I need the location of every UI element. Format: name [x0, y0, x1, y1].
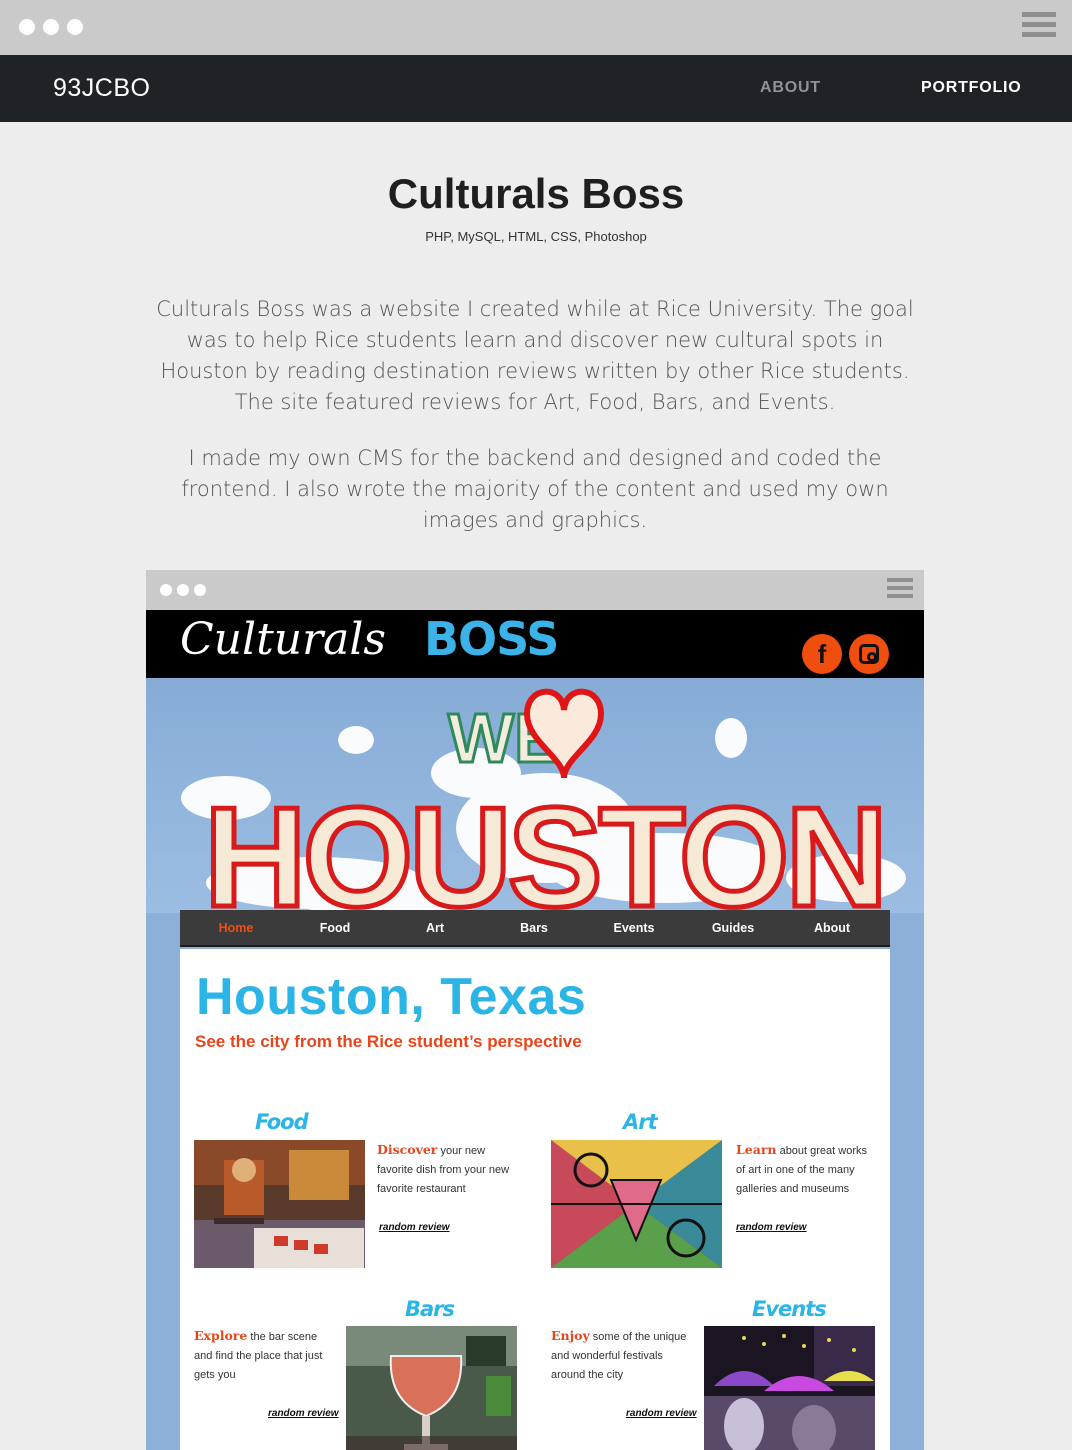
food-thumbnail-image	[194, 1140, 365, 1268]
browser-chrome	[0, 0, 1072, 55]
window-dot-icon	[43, 19, 59, 35]
events-description: Enjoy some of the unique and wonderful f…	[551, 1328, 687, 1381]
cb-heading: Houston, Texas	[196, 968, 587, 1026]
cb-subheading: See the city from the Rice student’s per…	[195, 1032, 582, 1051]
cb-nav-guides[interactable]: Guides	[683, 921, 783, 935]
cb-nav-bar: Home Food Art Bars Events Guides About	[180, 910, 890, 947]
cb-nav-home[interactable]: Home	[186, 921, 286, 935]
hamburger-menu-icon[interactable]	[1022, 12, 1056, 42]
tech-stack: PHP, MySQL, HTML, CSS, Photoshop	[425, 229, 647, 244]
cb-nav-about[interactable]: About	[782, 921, 882, 935]
hero-houston-text: HOUSTON	[204, 778, 884, 913]
events-random-review-link[interactable]: random review	[626, 1408, 697, 1419]
page-title: Culturals Boss	[387, 170, 685, 217]
screenshot-browser-chrome	[146, 570, 924, 610]
bars-description: Explore the bar scene and find the place…	[194, 1328, 323, 1381]
events-thumbnail-image	[704, 1326, 875, 1450]
project-details: I made my own CMS for the backend and de…	[181, 446, 889, 532]
art-random-review-link[interactable]: random review	[736, 1222, 807, 1233]
food-section-title: Food	[255, 1110, 309, 1134]
hamburger-menu-icon	[887, 578, 913, 602]
art-section-title: Art	[623, 1110, 658, 1134]
site-nav-bar: 93JCBO ABOUT PORTFOLIO	[0, 55, 1072, 122]
instagram-icon	[849, 634, 889, 674]
cb-nav-art[interactable]: Art	[385, 921, 485, 935]
cb-header: Culturals BOSS f	[146, 610, 924, 678]
bars-section-title: Bars	[405, 1297, 455, 1321]
nav-link-about[interactable]: ABOUT	[760, 79, 821, 97]
cb-main-content: Houston, Texas See the city from the Ric…	[180, 949, 890, 1450]
cb-nav-food[interactable]: Food	[285, 921, 385, 935]
brand-logo[interactable]: 93JCBO	[53, 74, 150, 103]
project-screenshot: Culturals BOSS f WE HOUSTON Home Food Ar…	[146, 570, 924, 1450]
nav-link-portfolio[interactable]: PORTFOLIO	[921, 79, 1022, 97]
bars-thumbnail-image	[346, 1326, 517, 1450]
cb-nav-bars[interactable]: Bars	[484, 921, 584, 935]
project-description: Culturals Boss was a website I created w…	[156, 297, 914, 414]
window-dot-icon	[67, 19, 83, 35]
food-random-review-link[interactable]: random review	[379, 1222, 450, 1233]
art-thumbnail-image	[551, 1140, 722, 1268]
hero-we-love-houston-image: WE HOUSTON	[146, 678, 924, 913]
art-description: Learn about great works of art in one of…	[736, 1142, 868, 1195]
cb-logo-text: Culturals	[180, 614, 387, 665]
bars-random-review-link[interactable]: random review	[268, 1408, 339, 1419]
cb-logo-boss: BOSS	[424, 612, 559, 666]
window-dot-icon	[19, 19, 35, 35]
window-dot-icon	[177, 584, 189, 596]
facebook-icon: f	[802, 634, 842, 674]
window-dot-icon	[160, 584, 172, 596]
window-dot-icon	[194, 584, 206, 596]
cb-nav-events[interactable]: Events	[584, 921, 684, 935]
events-section-title: Events	[752, 1297, 827, 1321]
food-description: Discover your new favorite dish from you…	[377, 1142, 510, 1195]
